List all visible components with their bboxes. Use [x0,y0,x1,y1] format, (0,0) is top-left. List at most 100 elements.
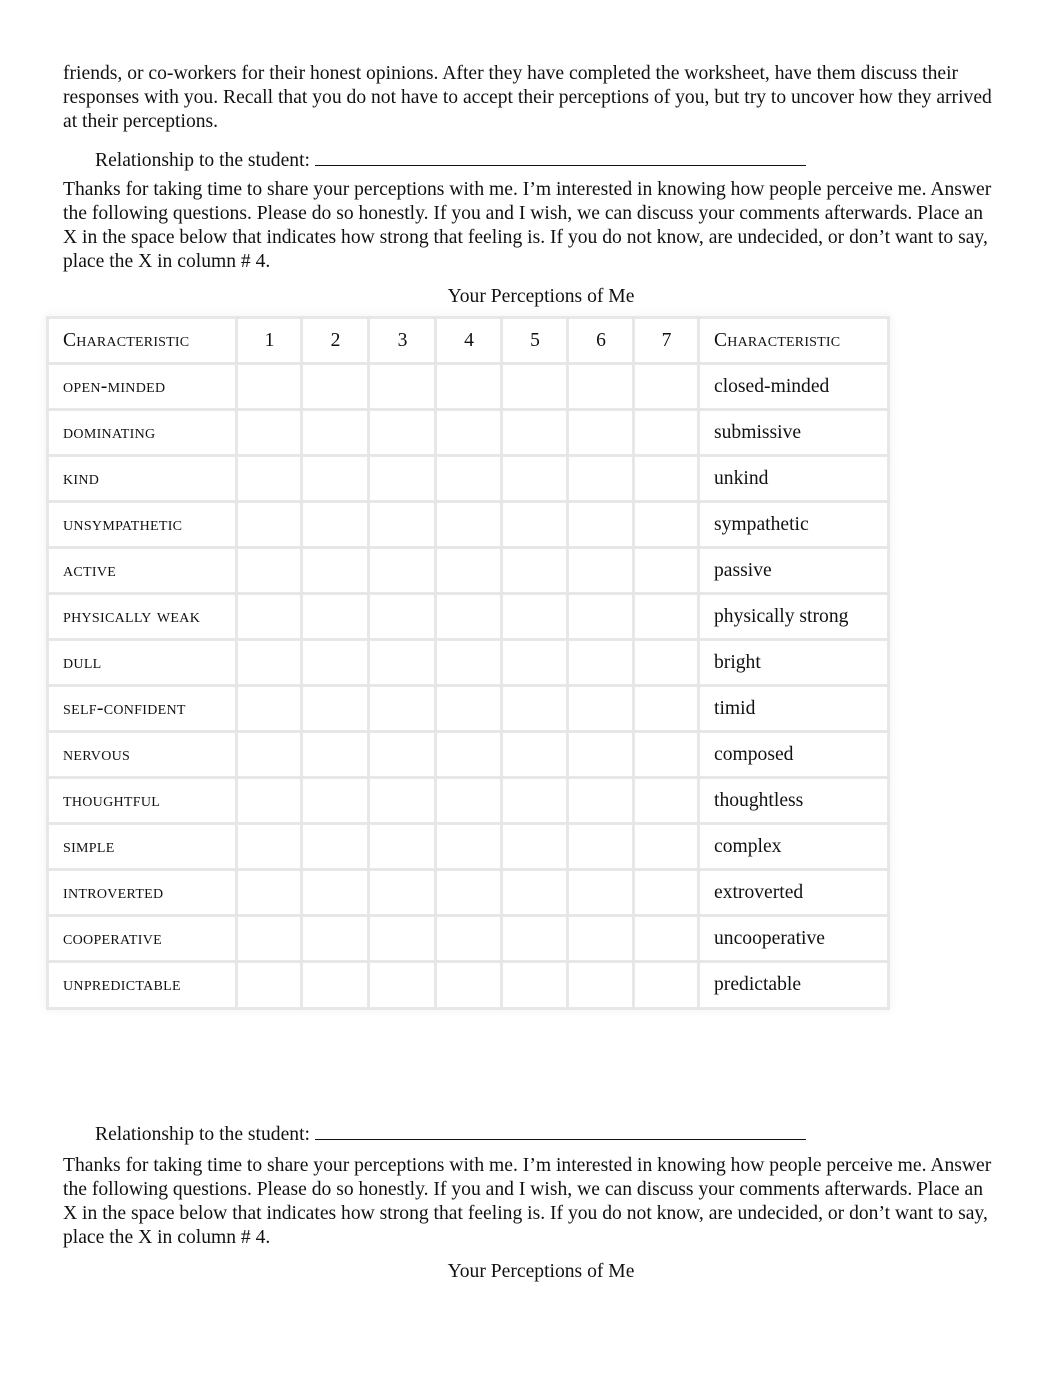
rating-cell-row-3-col-2[interactable] [300,454,371,504]
rating-cell-row-10-col-1[interactable] [235,776,304,826]
rating-cell-row-8-col-6[interactable] [566,684,636,734]
rating-cell-row-6-col-3[interactable] [367,592,438,642]
rating-cell-row-13-col-5[interactable] [500,914,570,964]
rating-cell-row-12-col-2[interactable] [300,868,371,918]
rating-cell-row-5-col-7[interactable] [632,546,701,596]
rating-cell-row-12-col-3[interactable] [367,868,438,918]
rating-cell-row-11-col-5[interactable] [500,822,570,872]
rating-cell-row-13-col-6[interactable] [566,914,636,964]
rating-cell-row-7-col-5[interactable] [500,638,570,688]
rating-cell-row-6-col-6[interactable] [566,592,636,642]
rating-cell-row-8-col-3[interactable] [367,684,438,734]
rating-cell-row-4-col-4[interactable] [434,500,504,550]
rating-cell-row-9-col-6[interactable] [566,730,636,780]
relationship-blank-line[interactable] [314,1120,806,1140]
rating-cell-row-6-col-4[interactable] [434,592,504,642]
rating-cell-row-11-col-6[interactable] [566,822,636,872]
relationship-blank-line[interactable] [314,146,806,166]
rating-cell-row-5-col-5[interactable] [500,546,570,596]
rating-cell-row-2-col-7[interactable] [632,408,701,458]
rating-cell-row-13-col-4[interactable] [434,914,504,964]
rating-cell-row-7-col-4[interactable] [434,638,504,688]
rating-cell-row-12-col-6[interactable] [566,868,636,918]
rating-cell-row-6-col-7[interactable] [632,592,701,642]
rating-cell-row-8-col-4[interactable] [434,684,504,734]
rating-cell-row-13-col-3[interactable] [367,914,438,964]
rating-cell-row-14-col-5[interactable] [500,960,570,1010]
rating-cell-row-9-col-5[interactable] [500,730,570,780]
rating-cell-row-5-col-2[interactable] [300,546,371,596]
rating-cell-row-7-col-2[interactable] [300,638,371,688]
rating-cell-row-7-col-6[interactable] [566,638,636,688]
rating-cell-row-13-col-7[interactable] [632,914,701,964]
rating-cell-row-3-col-1[interactable] [235,454,304,504]
rating-cell-row-6-col-5[interactable] [500,592,570,642]
rating-cell-row-14-col-6[interactable] [566,960,636,1010]
rating-cell-row-5-col-6[interactable] [566,546,636,596]
rating-cell-row-2-col-5[interactable] [500,408,570,458]
rating-cell-row-8-col-1[interactable] [235,684,304,734]
rating-cell-row-2-col-2[interactable] [300,408,371,458]
rating-cell-row-12-col-5[interactable] [500,868,570,918]
rating-cell-row-7-col-7[interactable] [632,638,701,688]
rating-cell-row-3-col-6[interactable] [566,454,636,504]
rating-cell-row-12-col-1[interactable] [235,868,304,918]
rating-cell-row-9-col-7[interactable] [632,730,701,780]
rating-cell-row-10-col-3[interactable] [367,776,438,826]
rating-cell-row-7-col-1[interactable] [235,638,304,688]
rating-cell-row-1-col-6[interactable] [566,362,636,412]
rating-cell-row-6-col-1[interactable] [235,592,304,642]
rating-cell-row-10-col-7[interactable] [632,776,701,826]
rating-cell-row-1-col-2[interactable] [300,362,371,412]
rating-cell-row-1-col-1[interactable] [235,362,304,412]
rating-cell-row-8-col-7[interactable] [632,684,701,734]
rating-cell-row-2-col-3[interactable] [367,408,438,458]
rating-cell-row-12-col-7[interactable] [632,868,701,918]
rating-cell-row-14-col-1[interactable] [235,960,304,1010]
rating-cell-row-2-col-4[interactable] [434,408,504,458]
rating-cell-row-11-col-4[interactable] [434,822,504,872]
rating-cell-row-8-col-2[interactable] [300,684,371,734]
rating-cell-row-1-col-3[interactable] [367,362,438,412]
rating-cell-row-14-col-4[interactable] [434,960,504,1010]
rating-cell-row-11-col-1[interactable] [235,822,304,872]
rating-cell-row-9-col-2[interactable] [300,730,371,780]
rating-cell-row-4-col-1[interactable] [235,500,304,550]
rating-cell-row-14-col-7[interactable] [632,960,701,1010]
rating-cell-row-9-col-1[interactable] [235,730,304,780]
rating-cell-row-11-col-7[interactable] [632,822,701,872]
rating-cell-row-10-col-2[interactable] [300,776,371,826]
rating-cell-row-10-col-6[interactable] [566,776,636,826]
rating-cell-row-5-col-3[interactable] [367,546,438,596]
rating-cell-row-4-col-2[interactable] [300,500,371,550]
rating-cell-row-3-col-4[interactable] [434,454,504,504]
rating-cell-row-10-col-4[interactable] [434,776,504,826]
rating-cell-row-5-col-1[interactable] [235,546,304,596]
rating-cell-row-9-col-4[interactable] [434,730,504,780]
rating-cell-row-10-col-5[interactable] [500,776,570,826]
rating-cell-row-14-col-3[interactable] [367,960,438,1010]
rating-cell-row-6-col-2[interactable] [300,592,371,642]
rating-cell-row-14-col-2[interactable] [300,960,371,1010]
rating-cell-row-2-col-6[interactable] [566,408,636,458]
rating-cell-row-4-col-5[interactable] [500,500,570,550]
rating-cell-row-1-col-4[interactable] [434,362,504,412]
rating-cell-row-3-col-5[interactable] [500,454,570,504]
rating-cell-row-8-col-5[interactable] [500,684,570,734]
rating-cell-row-1-col-5[interactable] [500,362,570,412]
rating-cell-row-2-col-1[interactable] [235,408,304,458]
rating-cell-row-1-col-7[interactable] [632,362,701,412]
rating-cell-row-4-col-6[interactable] [566,500,636,550]
rating-cell-row-13-col-2[interactable] [300,914,371,964]
rating-cell-row-11-col-3[interactable] [367,822,438,872]
rating-cell-row-3-col-3[interactable] [367,454,438,504]
rating-cell-row-9-col-3[interactable] [367,730,438,780]
rating-cell-row-3-col-7[interactable] [632,454,701,504]
rating-cell-row-12-col-4[interactable] [434,868,504,918]
rating-cell-row-4-col-7[interactable] [632,500,701,550]
rating-cell-row-11-col-2[interactable] [300,822,371,872]
rating-cell-row-4-col-3[interactable] [367,500,438,550]
rating-cell-row-7-col-3[interactable] [367,638,438,688]
rating-cell-row-5-col-4[interactable] [434,546,504,596]
rating-cell-row-13-col-1[interactable] [235,914,304,964]
